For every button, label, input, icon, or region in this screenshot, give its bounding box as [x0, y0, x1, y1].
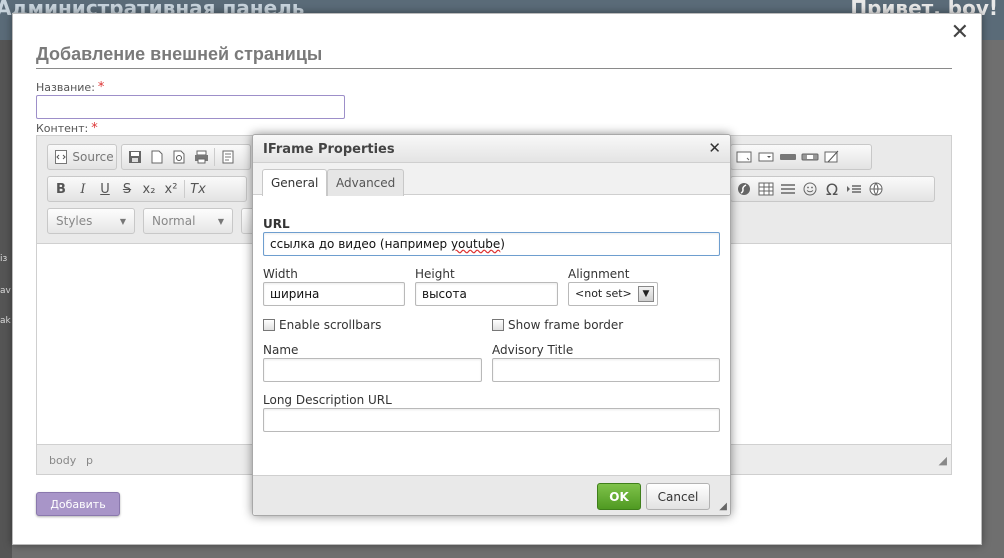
textarea-icon[interactable]: [735, 147, 753, 167]
url-value-prefix: ссылка до видео (например: [270, 237, 451, 251]
advisory-title-label: Advisory Title: [492, 343, 574, 357]
italic-button[interactable]: I: [74, 179, 92, 199]
name-label: Название: *: [36, 80, 104, 95]
name-label: Name: [263, 343, 299, 357]
underline-button[interactable]: U: [96, 179, 114, 199]
source-label: Source: [72, 150, 114, 164]
save-icon[interactable]: [126, 147, 144, 167]
source-icon: [52, 147, 70, 167]
tab-general[interactable]: General: [262, 169, 328, 196]
preview-icon[interactable]: [170, 147, 188, 167]
document-toolbar-group: [121, 144, 251, 170]
background-side-label: ak: [0, 316, 11, 326]
checkbox-box[interactable]: [492, 319, 504, 331]
chevron-down-icon: ▼: [217, 216, 224, 226]
subscript-button[interactable]: x₂: [140, 179, 158, 199]
styles-combo-label: Styles: [56, 214, 93, 228]
dialog-header: IFrame Properties ✕: [253, 135, 730, 163]
select-icon[interactable]: [757, 147, 775, 167]
frameborder-checkbox[interactable]: Show frame border: [492, 318, 623, 332]
width-input[interactable]: ширина: [263, 282, 405, 306]
chevron-down-icon: ▼: [119, 216, 126, 226]
forms-toolbar-group: [730, 144, 872, 170]
imagebutton-icon[interactable]: [801, 147, 819, 167]
url-label: URL: [263, 217, 290, 231]
checkbox-box[interactable]: [263, 319, 275, 331]
scrollbars-label: Enable scrollbars: [279, 318, 382, 332]
print-icon[interactable]: [192, 147, 210, 167]
new-page-icon[interactable]: [148, 147, 166, 167]
status-path-p[interactable]: p: [86, 454, 93, 467]
background-side-label: av: [0, 286, 11, 296]
templates-icon[interactable]: [219, 147, 237, 167]
name-input[interactable]: [263, 358, 482, 382]
cancel-button[interactable]: Cancel: [646, 483, 710, 510]
status-path-body[interactable]: body: [49, 454, 76, 467]
dialog-resize-icon[interactable]: ◢: [719, 501, 727, 512]
table-icon[interactable]: [757, 179, 775, 199]
source-button[interactable]: Source: [47, 144, 117, 170]
insert-toolbar-group: Ω: [730, 176, 935, 202]
ok-button[interactable]: OK: [597, 483, 641, 510]
chevron-down-icon: ▼: [638, 286, 654, 302]
alignment-label: Alignment: [568, 267, 630, 281]
dialog-title: IFrame Properties: [263, 142, 395, 157]
background-side-label: із: [0, 254, 8, 264]
content-label-text: Контент:: [36, 122, 89, 135]
remove-format-button[interactable]: Tx: [189, 179, 207, 199]
add-button[interactable]: Добавить: [36, 492, 120, 516]
alignment-select[interactable]: <not set> ▼: [568, 282, 658, 306]
toolbar-separator: [184, 180, 185, 198]
button-icon[interactable]: [779, 147, 797, 167]
bold-button[interactable]: B: [52, 179, 70, 199]
dialog-close-icon[interactable]: ✕: [708, 139, 721, 157]
name-input[interactable]: [36, 95, 345, 119]
long-description-input[interactable]: [263, 408, 720, 432]
superscript-button[interactable]: x²: [162, 179, 180, 199]
format-combo-label: Normal: [152, 214, 196, 228]
dialog-tabs: General Advanced: [253, 163, 730, 196]
required-mark: *: [97, 80, 105, 95]
iframe-icon[interactable]: [867, 179, 885, 199]
background-sidebar: із av ak: [0, 40, 12, 558]
smiley-icon[interactable]: [801, 179, 819, 199]
url-value-word: youtube: [450, 237, 501, 251]
url-value-suffix: ): [500, 237, 505, 251]
modal-divider: [36, 68, 952, 69]
dialog-footer: OK Cancel ◢: [253, 475, 730, 515]
long-description-label: Long Description URL: [263, 393, 392, 407]
hiddenfield-icon[interactable]: [823, 147, 841, 167]
frameborder-label: Show frame border: [508, 318, 624, 332]
toolbar-separator: [214, 148, 215, 166]
url-input[interactable]: ссылка до видео (например youtube): [263, 232, 720, 256]
modal-close-icon[interactable]: ✕: [951, 20, 969, 45]
height-input[interactable]: высота: [415, 282, 558, 306]
alignment-value: <not set>: [575, 287, 632, 300]
modal-title: Добавление внешней страницы: [36, 44, 323, 64]
scrollbars-checkbox[interactable]: Enable scrollbars: [263, 318, 381, 332]
width-label: Width: [263, 267, 298, 281]
hr-icon[interactable]: [779, 179, 797, 199]
tab-advanced[interactable]: Advanced: [327, 169, 405, 196]
content-label: Контент: *: [36, 121, 98, 136]
strike-button[interactable]: S: [118, 179, 136, 199]
resize-grip-icon[interactable]: ◢: [939, 454, 947, 470]
advisory-title-input[interactable]: [492, 358, 720, 382]
styles-combo[interactable]: Styles ▼: [47, 208, 135, 234]
iframe-properties-dialog: IFrame Properties ✕ General Advanced URL…: [252, 134, 731, 516]
height-label: Height: [415, 267, 455, 281]
pagebreak-icon[interactable]: [845, 179, 863, 199]
special-char-icon[interactable]: Ω: [823, 179, 841, 199]
basic-styles-group: B I U S x₂ x² Tx: [47, 176, 247, 202]
name-label-text: Название:: [36, 81, 95, 94]
format-combo[interactable]: Normal ▼: [143, 208, 233, 234]
flash-icon[interactable]: [735, 179, 753, 199]
required-mark: *: [91, 121, 98, 136]
